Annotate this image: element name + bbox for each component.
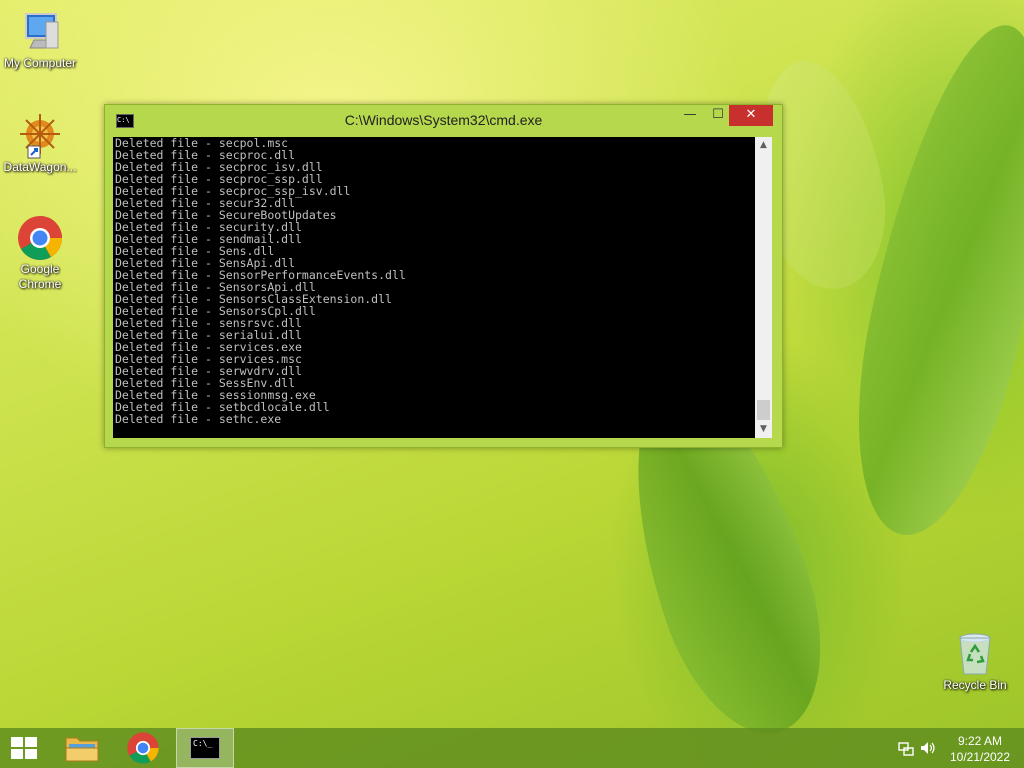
desktop-icon-label: DataWagon... (3, 160, 77, 174)
scroll-down-button[interactable]: ▼ (755, 421, 772, 438)
system-tray (896, 728, 936, 768)
scroll-up-button[interactable]: ▲ (755, 137, 772, 154)
console-line: Deleted file - sethc.exe (115, 412, 282, 426)
desktop-icon-my-computer[interactable]: My Computer (0, 8, 80, 71)
console-lines: Deleted file - secpol.msc Deleted file - … (113, 137, 755, 425)
desktop-icon-label: Google Chrome (18, 262, 62, 291)
desktop-icon-label: Recycle Bin (943, 678, 1007, 692)
clock-date: 10/21/2022 (949, 750, 1011, 764)
recycle-bin-icon (951, 630, 999, 678)
taskbar-cmd[interactable]: C:\_ (176, 728, 234, 768)
desktop-icon-datawagon[interactable]: DataWagon... (0, 112, 80, 175)
clock-time: 9:22 AM (957, 734, 1003, 748)
console-output[interactable]: Deleted file - secpol.msc Deleted file - … (113, 137, 755, 438)
maximize-button[interactable]: ☐ (705, 105, 731, 126)
folder-icon (65, 737, 99, 762)
chrome-icon (127, 732, 159, 764)
datawagon-icon (16, 112, 64, 160)
cmd-icon: C:\_ (190, 737, 220, 759)
desktop-icon-recycle-bin[interactable]: Recycle Bin (935, 630, 1015, 693)
close-button[interactable]: ✕ (729, 105, 773, 126)
chrome-icon (16, 214, 64, 262)
scrollbar-thumb[interactable] (757, 400, 770, 420)
computer-icon (16, 8, 64, 56)
network-icon[interactable] (898, 740, 914, 756)
window-titlebar[interactable]: C:\ C:\Windows\System32\cmd.exe — ☐ ✕ (105, 105, 782, 135)
vertical-scrollbar[interactable]: ▲ ▼ (755, 137, 772, 438)
desktop-icon-label: My Computer (3, 56, 77, 70)
start-button[interactable] (0, 728, 46, 768)
taskbar-file-explorer[interactable] (56, 728, 106, 768)
volume-icon[interactable] (920, 740, 936, 756)
taskbar-clock[interactable]: 9:22 AM 10/21/2022 (940, 733, 1020, 765)
taskbar: C:\_ 9:22 AM 10/21/2022 (0, 728, 1024, 768)
taskbar-chrome[interactable] (118, 728, 168, 768)
windows-logo-icon (11, 737, 37, 759)
desktop-icon-google-chrome[interactable]: Google Chrome (0, 214, 80, 292)
minimize-button[interactable]: — (677, 105, 703, 126)
cmd-window[interactable]: C:\ C:\Windows\System32\cmd.exe — ☐ ✕ De… (104, 104, 783, 448)
